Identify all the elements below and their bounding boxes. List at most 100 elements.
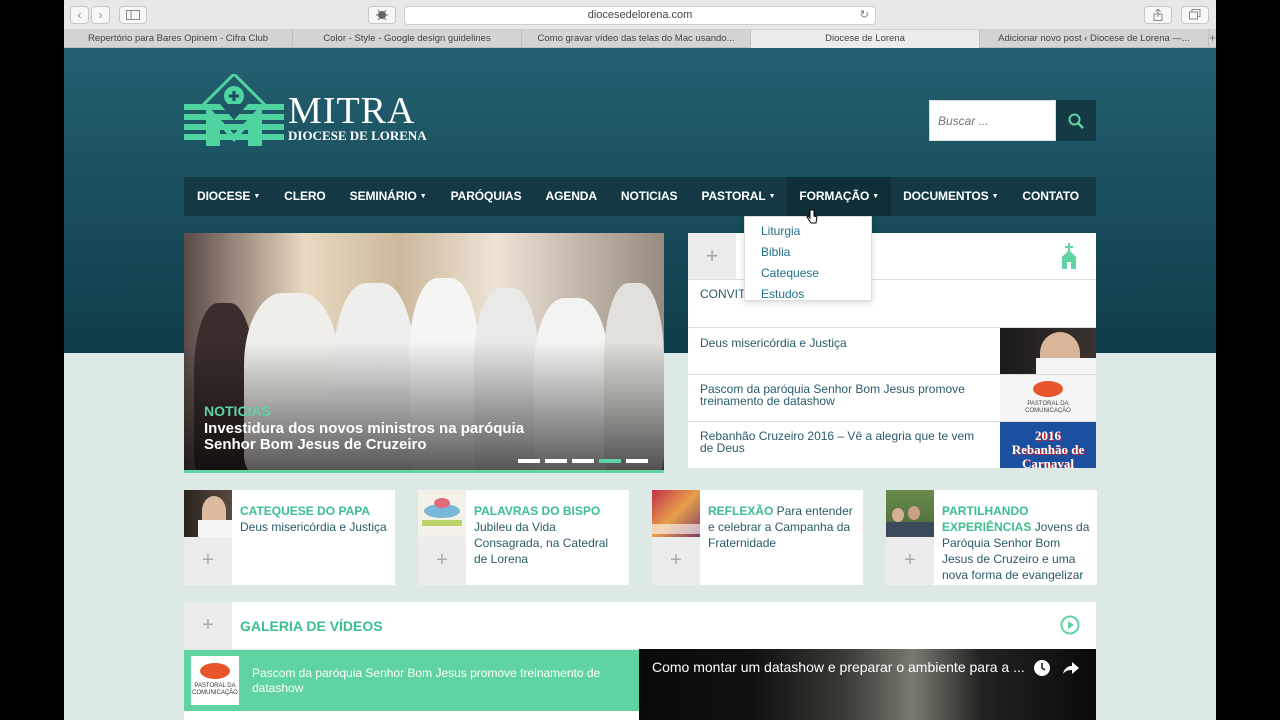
pascom-thumb-label: PASTORAL DA COMUNICAÇÃO (192, 683, 238, 696)
nav-item-noticias[interactable]: NOTICIAS (609, 177, 690, 216)
slider-dots (518, 459, 648, 463)
pascom-thumb-label: PASTORAL DA COMUNICAÇÃO (1025, 401, 1071, 414)
share-icon (1153, 8, 1163, 21)
new-tab-button[interactable]: + (1209, 30, 1216, 47)
card-reflexao[interactable]: + REFLEXÃO Para entender e celebrar a Ca… (652, 490, 863, 585)
tab-cifra-club[interactable]: Repertório para Bares Opinem - Cifra Clu… (64, 30, 293, 48)
slider-dot[interactable] (572, 459, 594, 463)
bug-icon (376, 9, 388, 21)
video-title[interactable]: Como montar um datashow e preparar o amb… (652, 659, 1032, 675)
logo-title: MITRA (288, 90, 416, 132)
slider-dot[interactable] (518, 459, 540, 463)
slider-dot[interactable] (545, 459, 567, 463)
tab-adicionar-post[interactable]: Adicionar novo post ‹ Diocese de Lorena … (980, 30, 1209, 48)
caret-down-icon: ▼ (419, 193, 427, 200)
expand-button[interactable]: + (688, 233, 736, 280)
tab-diocese-de-lorena[interactable]: Diocese de Lorena (751, 30, 980, 48)
pascom-video-thumbnail[interactable]: PASTORAL DA COMUNICAÇÃO (191, 656, 239, 705)
dropdown-item-estudos[interactable]: Estudos (745, 284, 871, 305)
card-catequese[interactable]: + CATEQUESE DO PAPA Deus misericórdia e … (184, 490, 395, 585)
address-bar[interactable]: diocesedelorena.com ↻ (404, 6, 876, 25)
search-input[interactable] (929, 100, 1056, 141)
gallery-title[interactable]: GALERIA DE VÍDEOS (240, 618, 383, 634)
chevron-right-icon: › (98, 8, 103, 22)
browser-window: ‹ › diocesedelorena.com ↻ Repertório par… (64, 0, 1216, 720)
reload-icon[interactable]: ↻ (860, 7, 869, 24)
card-thumbnail[interactable] (418, 490, 466, 537)
tab-google-design[interactable]: Color - Style - Google design guidelines (293, 30, 522, 48)
sidebar-toggle-button[interactable] (119, 6, 147, 24)
expand-button[interactable]: + (418, 537, 466, 585)
back-button[interactable]: ‹ (70, 6, 89, 24)
watch-later-icon[interactable] (1033, 659, 1051, 677)
extension-button[interactable] (368, 6, 396, 24)
tab-bar: Repertório para Bares Opinem - Cifra Clu… (64, 30, 1216, 48)
dropdown-item-catequese[interactable]: Catequese (745, 263, 871, 284)
list-item-title[interactable]: Pascom da paróquia Senhor Bom Jesus prom… (700, 383, 990, 407)
forward-button[interactable]: › (91, 6, 110, 24)
nav-item-pastoral[interactable]: PASTORAL ▼ (689, 177, 787, 216)
card-partilhando[interactable]: + PARTILHANDO EXPERIÊNCIAS Jovens da Par… (886, 490, 1097, 585)
nav-item-agenda[interactable]: AGENDA (534, 177, 609, 216)
share-button[interactable] (1144, 6, 1172, 24)
card-palavras-bispo[interactable]: + PALAVRAS DO BISPO Jubileu da Vida Cons… (418, 490, 629, 585)
card-thumbnail[interactable] (886, 490, 934, 537)
news-slider[interactable]: NOTICIAS Investidura dos novos ministros… (184, 233, 664, 473)
video-list-item[interactable] (184, 711, 639, 720)
card-text[interactable]: PALAVRAS DO BISPO Jubileu da Vida Consag… (474, 503, 624, 567)
url-text: diocesedelorena.com (587, 9, 693, 21)
list-item[interactable]: Rebanhão Cruzeiro 2016 – Vê a alegria qu… (688, 421, 1096, 468)
tab-gravar-video[interactable]: Como gravar vídeo das telas do Mac usand… (522, 30, 751, 48)
nav-item-clero[interactable]: CLERO (272, 177, 338, 216)
slider-dot[interactable] (626, 459, 648, 463)
card-text[interactable]: REFLEXÃO Para entender e celebrar a Camp… (708, 503, 858, 551)
card-tag: PALAVRAS DO BISPO (474, 504, 601, 518)
list-item-title[interactable]: Deus misericórdia e Justiça (700, 337, 990, 349)
expand-button[interactable]: + (652, 537, 700, 585)
rebanhao-thumb-label: 2016 Rebanhão de Carnaval (1011, 428, 1085, 469)
rebanhao-thumbnail[interactable]: 2016 Rebanhão de Carnaval (1000, 422, 1096, 468)
card-text[interactable]: PARTILHANDO EXPERIÊNCIAS Jovens da Paróq… (942, 503, 1092, 583)
nav-item-seminario[interactable]: SEMINÁRIO ▼ (338, 177, 439, 216)
slider-progress-bar (184, 470, 664, 473)
expand-button[interactable]: + (886, 537, 934, 585)
sidebar-icon (126, 10, 140, 20)
search-button[interactable] (1056, 100, 1096, 141)
video-item-title[interactable]: Pascom da paróquia Senhor Bom Jesus prom… (252, 666, 612, 696)
card-thumbnail[interactable] (184, 490, 232, 537)
expand-button[interactable]: + (184, 602, 232, 649)
video-player[interactable]: Como montar um datashow e preparar o amb… (639, 649, 1096, 720)
nav-item-formacao[interactable]: FORMAÇÃO ▼ (787, 177, 892, 216)
nav-item-contato[interactable]: CONTATO (1010, 177, 1091, 216)
logo-subtitle: DIOCESE DE LORENA (288, 128, 427, 143)
browser-toolbar: ‹ › diocesedelorena.com ↻ (64, 0, 1216, 30)
pascom-thumbnail[interactable]: PASTORAL DA COMUNICAÇÃO (1000, 375, 1096, 421)
share-arrow-icon[interactable] (1062, 659, 1080, 677)
hand-cursor-icon (806, 209, 818, 224)
card-tag: PARTILHANDO EXPERIÊNCIAS (942, 504, 1032, 534)
slider-dot[interactable] (599, 459, 621, 463)
tabs-overview-button[interactable] (1181, 6, 1209, 24)
video-list-item[interactable]: PASTORAL DA COMUNICAÇÃO Pascom da paróqu… (184, 650, 639, 711)
card-tag: REFLEXÃO (708, 504, 774, 518)
play-circle-icon[interactable] (1060, 615, 1080, 635)
church-icon (1061, 243, 1077, 269)
main-nav: DIOCESE ▼ CLERO SEMINÁRIO ▼ PARÓQUIAS AGEN… (184, 177, 1096, 216)
card-text[interactable]: CATEQUESE DO PAPA Deus misericórdia e Ju… (240, 503, 390, 535)
list-item[interactable]: Deus misericórdia e Justiça (688, 327, 1096, 374)
slide-category[interactable]: NOTICIAS (204, 403, 271, 419)
list-item-title[interactable]: Rebanhão Cruzeiro 2016 – Vê a alegria qu… (700, 430, 990, 454)
list-item[interactable]: Pascom da paróquia Senhor Bom Jesus prom… (688, 374, 1096, 421)
tabs-icon (1189, 9, 1201, 20)
formacao-dropdown: Liturgia Biblia Catequese Estudos (744, 216, 872, 301)
nav-item-paroquias[interactable]: PARÓQUIAS (439, 177, 534, 216)
nav-item-documentos[interactable]: DOCUMENTOS ▼ (891, 177, 1010, 216)
expand-button[interactable]: + (184, 537, 232, 585)
slide-title[interactable]: Investidura dos novos ministros na paróq… (204, 421, 544, 453)
caret-down-icon: ▼ (991, 193, 999, 200)
pope-thumbnail[interactable] (1000, 328, 1096, 374)
nav-item-diocese[interactable]: DIOCESE ▼ (185, 177, 272, 216)
caret-down-icon: ▼ (253, 193, 261, 200)
card-thumbnail[interactable] (652, 490, 700, 537)
dropdown-item-biblia[interactable]: Biblia (745, 242, 871, 263)
